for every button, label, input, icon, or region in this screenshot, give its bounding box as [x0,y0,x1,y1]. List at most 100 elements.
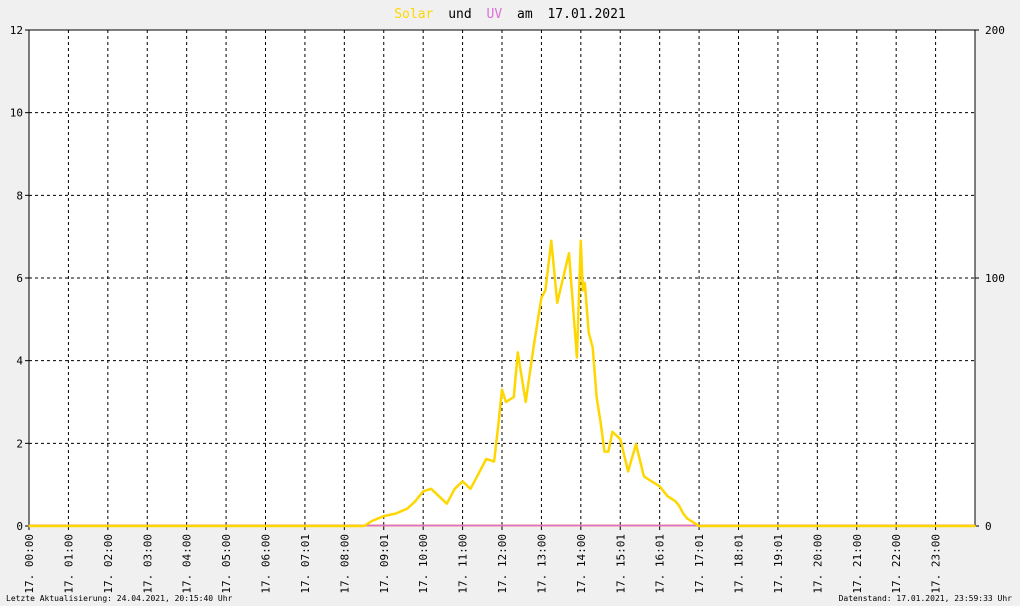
x-tick-label: 17. 12:00 [496,534,509,594]
solar-point [505,401,507,403]
title-uv: UV [487,7,503,22]
x-tick-label: 17. 14:00 [575,534,588,594]
solar-point [591,346,594,349]
x-tick-label: 17. 17:01 [693,534,706,594]
solar-point [414,500,417,503]
x-tick-label: 17. 10:00 [417,534,430,594]
solar-point [599,421,602,423]
solar-point [576,356,578,359]
x-tick-label: 17. 03:00 [141,534,154,594]
solar-point [513,396,515,398]
x-tick-label: 17. 15:01 [614,534,627,594]
solar-point [363,525,365,527]
solar-point [974,525,976,527]
chart-window: 0 2 4 6 8 10 12 0 100 200 17. 00:00 17. 01:00 17. … [0,0,1020,606]
x-tick-label: 17. 02:00 [102,534,115,594]
solar-point [446,502,448,505]
solar-point [550,240,553,242]
x-tick-label: 17. 19:01 [772,534,785,594]
solar-point [568,252,570,254]
x-tick-label: 17. 18:01 [733,534,746,594]
footer-last-update: Letzte Aktualisierung: 24.04.2021, 20:15… [6,594,233,603]
left-tick-label: 8 [16,189,23,202]
left-tick-label: 0 [16,520,23,533]
solar-point [635,443,637,446]
solar-point [682,512,685,515]
solar-point [587,331,590,334]
solar-point [430,488,432,490]
solar-point [497,426,499,428]
left-tick-label: 6 [16,272,23,285]
title-solar: Solar [394,7,433,22]
x-tick-label: 17. 07:01 [299,534,312,594]
solar-point [453,488,456,490]
x-tick-label: 17. 11:00 [457,534,470,594]
solar-point [619,438,622,441]
solar-point [562,277,564,279]
solar-point [493,460,495,463]
solar-point [580,240,582,242]
left-tick-label: 4 [16,355,23,368]
right-tick-label: 100 [985,272,1005,285]
solar-point [651,480,653,483]
x-tick-label: 17. 16:01 [654,534,667,594]
solar-point [469,488,472,490]
right-axis: 0 100 200 [975,24,1005,533]
solar-point [532,346,535,349]
right-tick-label: 200 [985,24,1005,37]
x-tick-label: 17. 09:01 [378,534,391,594]
x-tick-label: 17. 04:00 [181,534,194,594]
right-tick-label: 0 [985,520,992,533]
title-date: 17.01.2021 [547,7,625,22]
solar-point [524,401,527,403]
x-axis: 17. 00:00 17. 01:00 17. 02:00 17. 03:00 17. … [23,526,943,594]
solar-point [540,297,543,299]
solar-point [584,282,586,284]
solar-point [611,431,614,433]
x-tick-label: 17. 00:00 [23,534,36,594]
solar-point [582,289,584,292]
solar-point [422,490,425,493]
x-tick-label: 17. 23:00 [930,534,943,594]
solar-point [461,480,464,483]
chart-title: Solar und UV am 17.01.2021 [394,7,626,22]
solar-point [371,520,373,522]
solar-point [678,505,681,508]
x-tick-label: 17. 20:00 [811,534,824,594]
solar-point [544,289,547,292]
solar-point [674,500,677,503]
solar-point [517,351,519,354]
solar-point [643,475,645,478]
left-axis: 0 2 4 6 8 10 12 [10,24,29,533]
solar-point [658,485,661,488]
solar-point [603,450,606,453]
solar-point [556,302,558,304]
solar-point [595,396,598,398]
solar-point [394,512,397,515]
left-tick-label: 12 [10,24,23,37]
solar-point [607,450,610,453]
x-tick-label: 17. 08:00 [338,534,351,594]
solar-point [698,525,700,527]
solar-point [627,470,629,473]
x-tick-label: 17. 06:00 [260,534,273,594]
x-tick-label: 17. 05:00 [220,534,233,594]
solar-point [438,495,440,498]
solar-point [485,458,488,460]
title-am: am [517,7,533,22]
solar-point [666,495,669,498]
solar-point [501,388,503,391]
solar-point [406,507,409,510]
x-tick-label: 17. 13:00 [535,534,548,594]
x-tick-label: 17. 21:00 [851,534,864,594]
title-und: und [448,7,471,22]
solar-point [383,515,385,517]
x-tick-label: 17. 01:00 [62,534,75,594]
x-tick-label: 17. 22:00 [890,534,903,594]
solar-point [686,517,689,520]
solar-uv-chart: 024681012 0100200 17. 00:00 17. 01:00 17. … [6,7,1012,603]
left-tick-label: 2 [16,437,23,450]
solar-point [477,473,480,475]
solar-point [28,525,30,527]
left-tick-label: 10 [10,107,23,120]
